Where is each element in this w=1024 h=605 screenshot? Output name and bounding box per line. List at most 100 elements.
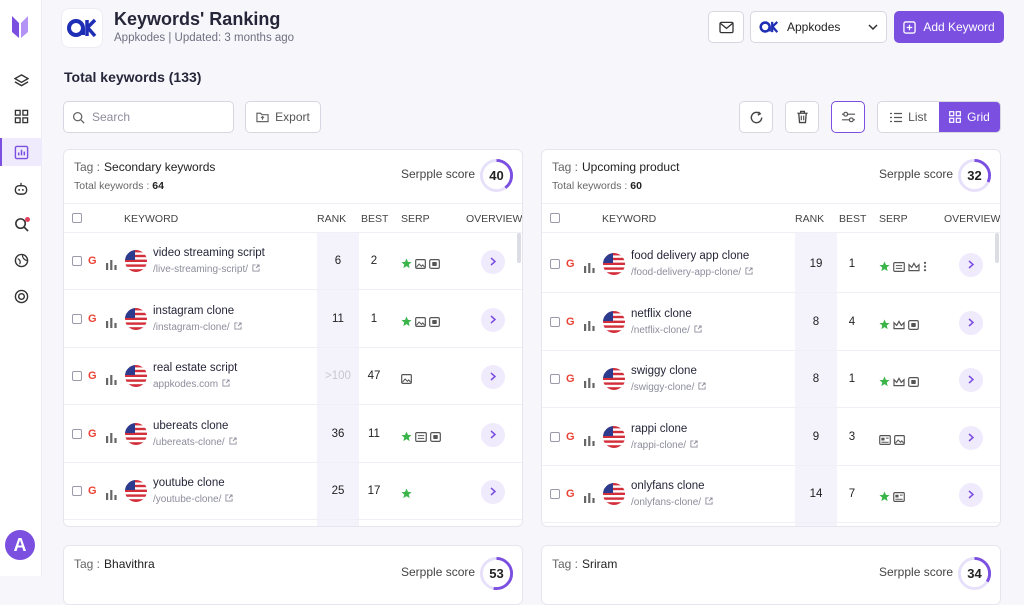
row-checkbox[interactable]	[72, 256, 82, 266]
keyword-text[interactable]: netflix clone	[631, 308, 692, 320]
sidebar-item-settings[interactable]	[0, 282, 42, 310]
search-volume-icon[interactable]	[106, 430, 117, 448]
keyword-text[interactable]: food delivery app clone	[631, 250, 749, 262]
overview-button[interactable]	[481, 307, 505, 332]
row-checkbox[interactable]	[72, 428, 82, 439]
sidebar-item-search[interactable]	[0, 210, 42, 238]
sidebar-item-backlinks[interactable]	[0, 246, 42, 274]
rank-value: >100	[325, 370, 351, 382]
keyword-text[interactable]: real estate script	[153, 362, 237, 374]
overview-button[interactable]	[481, 422, 505, 447]
search-volume-icon[interactable]	[584, 433, 595, 451]
col-best[interactable]: BEST	[839, 213, 866, 225]
external-link-icon[interactable]	[745, 267, 753, 278]
external-link-icon[interactable]	[229, 436, 237, 448]
list-icon	[890, 112, 903, 122]
app-logo-icon[interactable]	[10, 14, 30, 40]
overview-button[interactable]	[481, 480, 505, 504]
search-icon	[72, 111, 85, 124]
row-checkbox[interactable]	[72, 371, 82, 381]
overview-button[interactable]	[959, 310, 983, 335]
keyword-text[interactable]: youtube clone	[153, 477, 225, 489]
delete-button[interactable]	[785, 101, 819, 133]
total-keywords-heading: Total keywords (133)	[64, 69, 202, 85]
rank-value: 36	[331, 427, 345, 440]
ranking-url[interactable]: /rappi-clone/	[631, 440, 698, 451]
row-checkbox[interactable]	[550, 431, 560, 442]
sidebar-item-bot[interactable]	[0, 174, 42, 202]
search-input[interactable]	[92, 110, 222, 124]
search-volume-icon[interactable]	[106, 372, 117, 390]
export-label: Export	[275, 110, 310, 124]
keyword-text[interactable]: instagram clone	[153, 305, 234, 317]
select-all-checkbox[interactable]	[72, 213, 82, 223]
search-volume-icon[interactable]	[106, 315, 117, 333]
ranking-url[interactable]: /ubereats-clone/	[153, 437, 237, 448]
filter-button[interactable]	[831, 101, 865, 133]
tag-line: Tag : Sriram	[552, 557, 617, 571]
keyword-text[interactable]: rappi clone	[631, 423, 687, 435]
search-volume-icon[interactable]	[584, 318, 595, 336]
row-checkbox[interactable]	[72, 486, 82, 496]
overview-button[interactable]	[481, 250, 505, 274]
external-link-icon[interactable]	[698, 382, 706, 393]
chart-icon	[14, 145, 28, 159]
target-icon	[14, 289, 28, 303]
avatar[interactable]: A	[5, 530, 35, 560]
list-view-button[interactable]: List	[878, 102, 939, 132]
select-all-checkbox[interactable]	[550, 213, 560, 223]
search-volume-icon[interactable]	[106, 487, 117, 505]
sidebar-item-dashboard[interactable]	[0, 102, 42, 130]
external-link-icon[interactable]	[690, 439, 698, 451]
email-report-button[interactable]	[708, 11, 744, 43]
export-button[interactable]: Export	[245, 101, 321, 133]
row-checkbox[interactable]	[550, 489, 560, 499]
search-volume-icon[interactable]	[106, 257, 117, 275]
overview-button[interactable]	[481, 365, 505, 389]
keyword-text[interactable]: swiggy clone	[631, 365, 697, 377]
search-volume-icon[interactable]	[584, 490, 595, 508]
row-checkbox[interactable]	[550, 316, 560, 327]
col-best[interactable]: BEST	[361, 213, 388, 225]
project-select[interactable]: Appkodes	[750, 11, 887, 43]
col-rank[interactable]: RANK	[317, 213, 346, 225]
external-link-icon[interactable]	[252, 264, 260, 275]
sidebar-item-rankings[interactable]	[0, 138, 42, 166]
ranking-url[interactable]: /swiggy-clone/	[631, 382, 706, 393]
page-title: Keywords' Ranking	[114, 9, 281, 29]
keyword-text[interactable]: video streaming script	[153, 247, 265, 259]
ranking-url[interactable]: /instagram-clone/	[153, 322, 242, 333]
chevron-right-icon	[490, 311, 497, 329]
overview-button[interactable]	[959, 483, 983, 507]
ranking-url[interactable]: appkodes.com	[153, 379, 230, 390]
keyword-text[interactable]: ubereats clone	[153, 420, 228, 432]
external-link-icon[interactable]	[225, 494, 233, 505]
external-link-icon[interactable]	[234, 321, 242, 333]
ranking-url[interactable]: /netflix-clone/	[631, 325, 702, 336]
col-rank[interactable]: RANK	[795, 213, 824, 225]
ranking-url[interactable]: /youtube-clone/	[153, 494, 233, 505]
external-link-icon[interactable]	[694, 324, 702, 336]
row-checkbox[interactable]	[550, 259, 560, 269]
row-checkbox[interactable]	[550, 374, 560, 384]
search-volume-icon[interactable]	[584, 260, 595, 278]
add-keyword-button[interactable]: Add Keyword	[894, 11, 1004, 43]
overview-button[interactable]	[959, 425, 983, 450]
search-box[interactable]	[63, 101, 234, 133]
grid-view-button[interactable]: Grid	[939, 102, 1000, 132]
search-volume-icon[interactable]	[584, 375, 595, 393]
ranking-url[interactable]: /live-streaming-script/	[153, 264, 260, 275]
ranking-url[interactable]: /onlyfans-clone/	[631, 497, 713, 508]
overview-button[interactable]	[959, 253, 983, 277]
overview-button[interactable]	[959, 368, 983, 392]
sidebar-item-layers[interactable]	[0, 66, 42, 94]
external-link-icon[interactable]	[222, 379, 230, 390]
external-link-icon[interactable]	[705, 497, 713, 508]
best-rank-value: 47	[367, 370, 381, 382]
keyword-text[interactable]: onlyfans clone	[631, 480, 705, 492]
row-checkbox[interactable]	[72, 313, 82, 324]
project-name: Appkodes	[787, 20, 841, 34]
refresh-button[interactable]	[739, 101, 773, 133]
best-rank-value: 11	[368, 427, 380, 440]
ranking-url[interactable]: /food-delivery-app-clone/	[631, 267, 753, 278]
